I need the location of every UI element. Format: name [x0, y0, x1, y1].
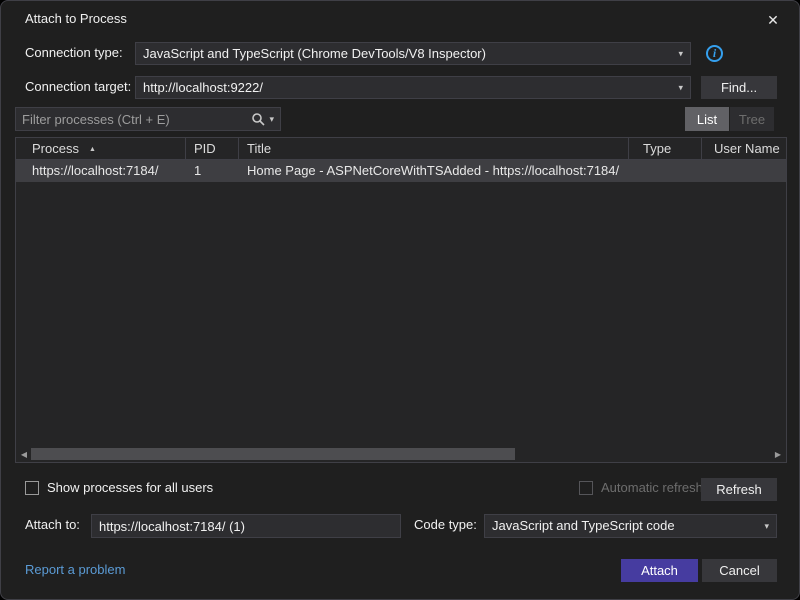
- auto-refresh-checkbox: [579, 481, 593, 495]
- column-header-title-label: Title: [247, 141, 271, 156]
- chevron-down-icon: ▾: [678, 43, 683, 64]
- search-icon: [251, 112, 269, 126]
- column-header-pid-label: PID: [194, 141, 216, 156]
- close-button[interactable]: ✕: [757, 7, 789, 33]
- code-type-dropdown[interactable]: JavaScript and TypeScript code ▾: [484, 514, 777, 538]
- close-icon: ✕: [767, 12, 779, 29]
- cell-username: [714, 160, 786, 182]
- attach-to-process-dialog: Attach to Process ✕ Connection type: Jav…: [0, 0, 800, 600]
- connection-type-dropdown[interactable]: JavaScript and TypeScript (Chrome DevToo…: [135, 42, 691, 65]
- cancel-button-label: Cancel: [719, 563, 759, 578]
- column-header-type-label: Type: [643, 141, 671, 156]
- search-options-caret-icon[interactable]: ▾: [269, 114, 280, 125]
- chevron-down-icon: ▾: [764, 515, 769, 537]
- view-tree-button[interactable]: Tree: [730, 107, 774, 131]
- find-button[interactable]: Find...: [701, 76, 777, 99]
- scroll-left-icon[interactable]: ◀: [17, 447, 31, 461]
- connection-target-label: Connection target:: [25, 76, 131, 98]
- dialog-title: Attach to Process: [25, 11, 127, 26]
- column-header-pid[interactable]: PID: [186, 138, 239, 160]
- scrollbar-thumb[interactable]: [31, 448, 515, 460]
- auto-refresh-option: Automatic refresh: [579, 480, 703, 495]
- refresh-button-label: Refresh: [716, 482, 762, 497]
- info-icon[interactable]: i: [706, 45, 723, 62]
- process-table-header: Process ▲ PID Title Type User Name: [16, 138, 786, 160]
- column-header-username-label: User Name: [714, 141, 780, 156]
- view-list-button[interactable]: List: [685, 107, 729, 131]
- auto-refresh-label: Automatic refresh: [601, 480, 703, 495]
- column-header-type[interactable]: Type: [629, 138, 702, 160]
- cell-pid: 1: [194, 160, 238, 182]
- scrollbar-track[interactable]: [31, 447, 771, 461]
- connection-type-value: JavaScript and TypeScript (Chrome DevToo…: [143, 46, 486, 61]
- cell-process: https://localhost:7184/: [32, 160, 184, 182]
- attach-to-input[interactable]: [92, 515, 400, 537]
- connection-target-combobox[interactable]: ▾: [135, 76, 691, 99]
- attach-to-label: Attach to:: [25, 514, 80, 536]
- cell-type: [643, 160, 701, 182]
- view-tree-label: Tree: [739, 112, 765, 127]
- show-all-users-checkbox[interactable]: [25, 481, 39, 495]
- column-header-username[interactable]: User Name: [702, 138, 787, 160]
- view-list-label: List: [697, 112, 717, 127]
- column-header-process[interactable]: Process ▲: [16, 138, 186, 160]
- attach-button-label: Attach: [641, 563, 678, 578]
- show-all-users-label: Show processes for all users: [47, 480, 213, 495]
- sort-ascending-icon: ▲: [89, 146, 96, 153]
- code-type-label: Code type:: [414, 514, 477, 536]
- filter-processes-box[interactable]: ▾: [15, 107, 281, 131]
- process-table: Process ▲ PID Title Type User Name https:…: [15, 137, 787, 463]
- filter-processes-input[interactable]: [16, 108, 251, 130]
- report-a-problem-link[interactable]: Report a problem: [25, 562, 125, 577]
- attach-to-field-wrap: [91, 514, 401, 538]
- column-header-title[interactable]: Title: [239, 138, 629, 160]
- horizontal-scrollbar[interactable]: ◀ ▶: [17, 447, 785, 461]
- cancel-button[interactable]: Cancel: [702, 559, 777, 582]
- connection-type-label: Connection type:: [25, 42, 123, 64]
- column-header-process-label: Process: [32, 141, 79, 156]
- show-all-users-option[interactable]: Show processes for all users: [25, 480, 213, 495]
- table-row[interactable]: https://localhost:7184/ 1 Home Page - AS…: [16, 160, 786, 182]
- scroll-right-icon[interactable]: ▶: [771, 447, 785, 461]
- attach-button[interactable]: Attach: [621, 559, 698, 582]
- refresh-button[interactable]: Refresh: [701, 478, 777, 501]
- code-type-value: JavaScript and TypeScript code: [492, 518, 675, 533]
- chevron-down-icon: ▾: [678, 77, 683, 98]
- find-button-label: Find...: [721, 80, 757, 95]
- cell-title: Home Page - ASPNetCoreWithTSAdded - http…: [247, 160, 627, 182]
- connection-target-input[interactable]: [136, 77, 690, 98]
